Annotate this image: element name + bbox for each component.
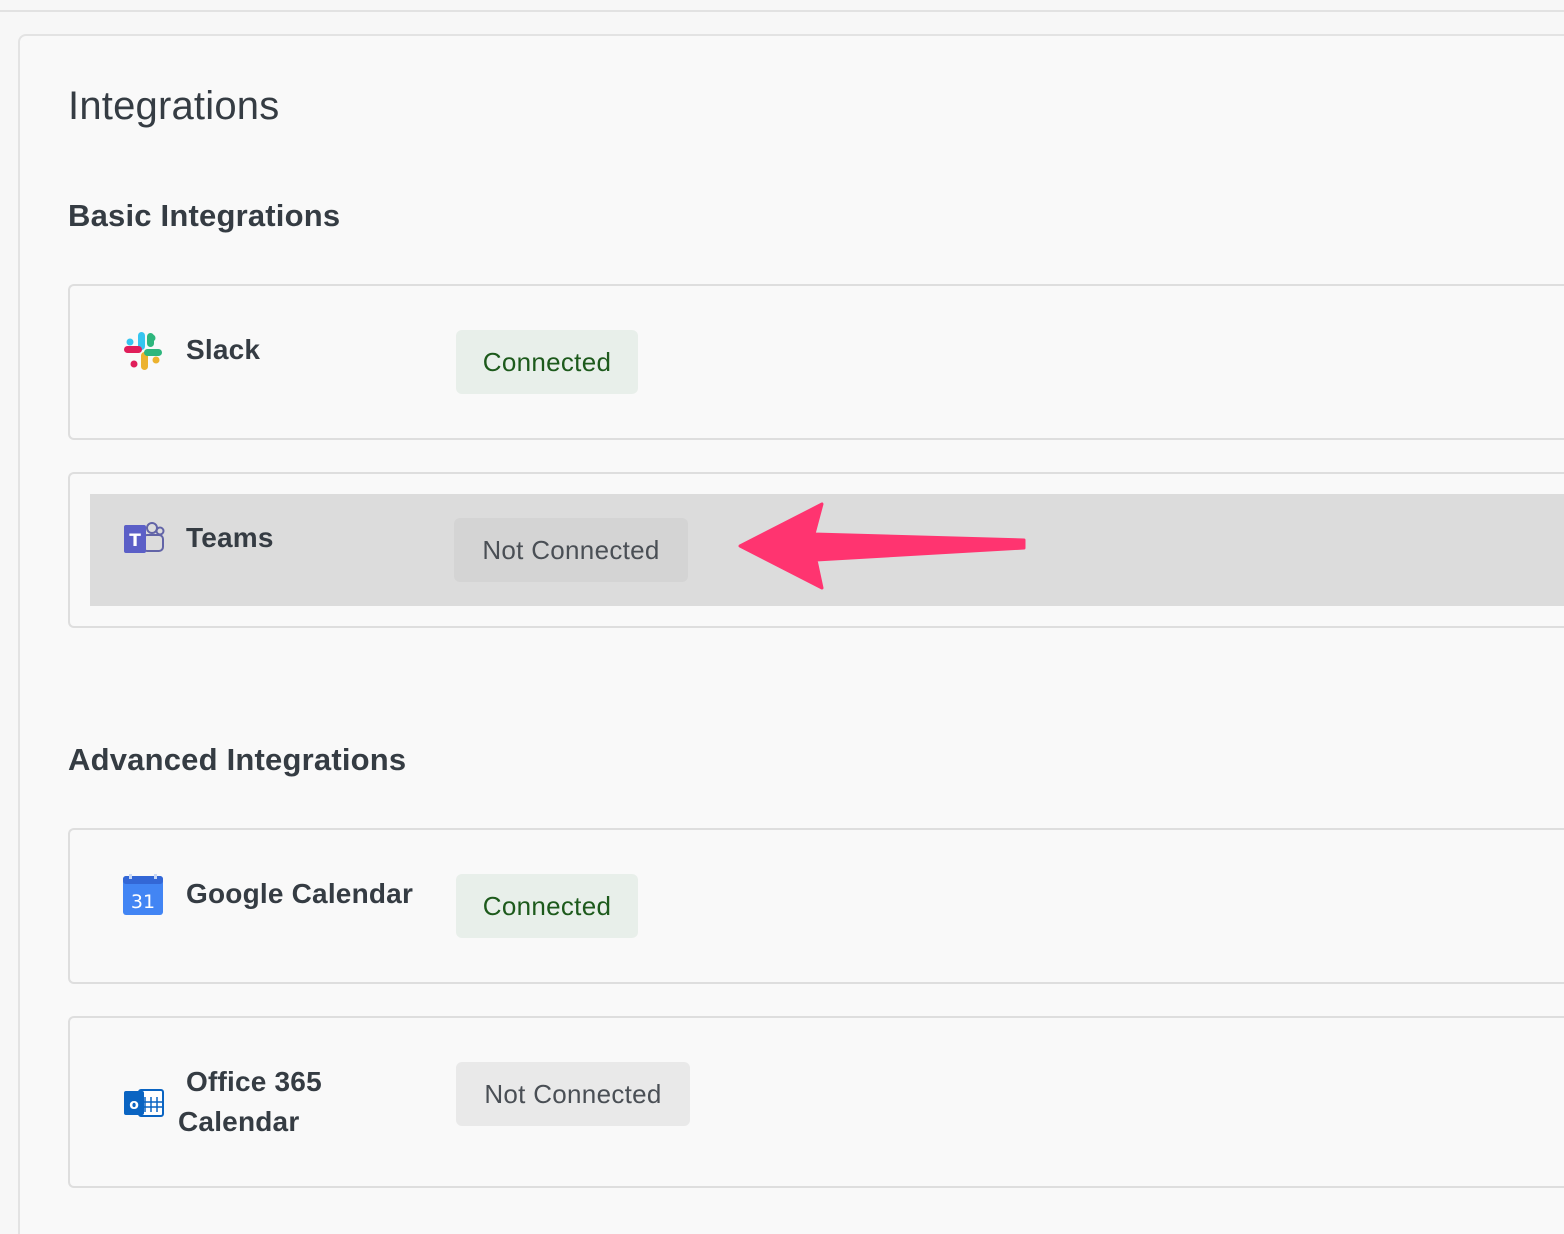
status-badge-connected: Connected	[456, 874, 638, 938]
status-badge-connected: Connected	[456, 330, 638, 394]
top-divider	[0, 10, 1564, 12]
page-title: Integrations	[68, 84, 280, 128]
teams-icon: T	[120, 516, 166, 562]
section-title-advanced: Advanced Integrations	[68, 742, 407, 777]
integration-name: Google Calendar	[186, 878, 414, 909]
integration-name: Slack	[186, 334, 261, 365]
integration-name-line2: Calendar	[178, 1106, 300, 1137]
svg-text:31: 31	[131, 891, 155, 913]
svg-text:T: T	[129, 531, 141, 551]
annotation-arrow-icon	[738, 502, 1026, 590]
slack-icon	[120, 328, 166, 374]
integration-name-line1: Office 365	[186, 1066, 322, 1097]
integration-name: Teams	[186, 522, 274, 553]
status-badge-not-connected: Not Connected	[456, 1062, 690, 1126]
integration-card-office365-calendar[interactable]: o Office 365 Calendar Not Connected	[68, 1016, 1564, 1188]
integration-card-google-calendar[interactable]: 31 Google Calendar Connected	[68, 828, 1564, 984]
svg-text:o: o	[129, 1097, 139, 1113]
google-calendar-icon: 31	[120, 872, 166, 918]
outlook-icon: o	[120, 1080, 166, 1126]
section-title-basic: Basic Integrations	[68, 198, 341, 233]
integration-card-slack[interactable]: Slack Connected	[68, 284, 1564, 440]
status-badge-not-connected: Not Connected	[454, 518, 688, 582]
